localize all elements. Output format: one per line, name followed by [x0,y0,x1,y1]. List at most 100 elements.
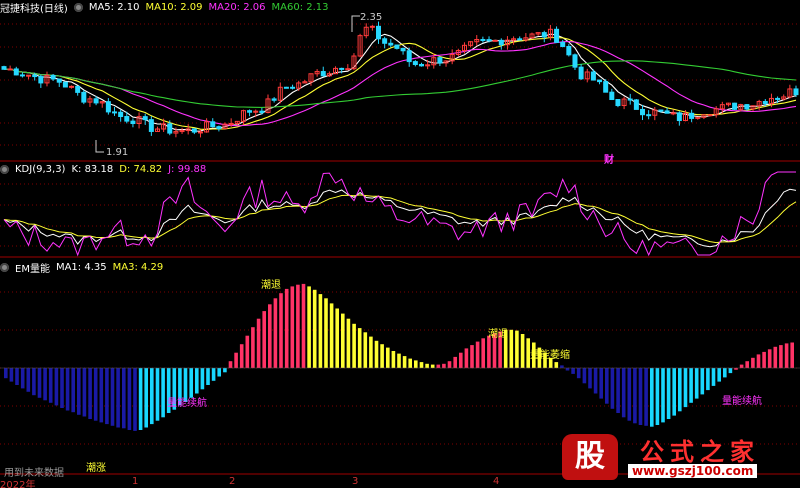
em-annotation: 量能续航 [167,398,207,409]
candle-body [376,25,382,40]
em-bar [262,311,266,369]
candle-body [118,111,124,118]
em-bar [661,368,665,423]
candle-body [597,79,603,83]
candle-body [148,119,154,132]
watermark-logo: 股 [562,434,618,480]
em-bar [307,286,311,368]
financial-report-tag[interactable]: 财 [604,151,614,166]
em-bar [779,345,783,369]
candle-body [775,97,781,100]
em-bar [402,356,407,368]
em-bar [346,318,351,368]
em-bar [20,368,25,389]
em-bar [481,338,485,369]
em-bar [284,288,289,368]
em-title[interactable]: EM量能 [15,260,50,275]
price-title[interactable]: 冠捷科技(日线) [0,0,68,15]
settings-gear-icon[interactable] [0,165,9,174]
settings-gear-icon[interactable] [0,263,9,272]
settings-gear-icon[interactable] [73,3,83,12]
em-bar [195,368,199,394]
candle-body [69,85,75,88]
candle-body [664,110,670,114]
candle-body [388,42,394,46]
candle-body [418,63,424,67]
em-bar [9,368,14,382]
k-line [3,188,797,248]
ma3-label: MA3: 4.29 [112,262,164,273]
em-bar [122,368,126,429]
em-bar [93,368,98,421]
candle-body [744,104,750,110]
em-bar [683,368,688,408]
em-bar [509,329,514,369]
chart-window: 冠捷科技(日线) MA5: 2.10 MA10: 2.09 MA20: 2.06… [0,0,800,488]
em-bar [700,368,705,395]
x-axis-label: 2022年 [0,480,36,488]
candle-body [283,86,289,89]
em-bar [211,368,216,381]
em-bar [762,351,766,368]
em-bar [475,341,480,368]
candle-body [707,114,713,117]
em-annotation: 潮退 [261,280,281,291]
candle-body [689,112,695,119]
ma1-label: MA1: 4.35 [55,262,107,273]
em-bar [453,356,457,368]
em-bar [150,368,154,425]
candle-body [615,99,621,107]
em-bar [279,293,283,368]
em-bar [560,365,564,368]
candle-body [93,98,99,104]
em-bar [672,368,676,416]
candle-body [627,98,633,101]
candle-body [412,61,418,65]
em-bar [728,368,733,374]
candle-body [210,121,216,128]
em-bar [138,368,143,430]
candle-body [7,68,13,71]
em-bar [65,368,70,411]
candle-body [130,120,136,125]
candle-body [320,71,326,77]
em-annotation: 量能续航 [722,396,762,407]
low-marker-pointer [95,140,104,153]
kdj-title[interactable]: KDJ(9,3,3) [15,164,65,175]
em-bar [621,368,626,418]
em-bar [582,368,587,384]
em-bar [155,368,160,421]
watermark-title: 公式之家 [640,437,760,466]
em-bar [717,368,721,382]
em-bar [116,368,120,428]
em-bar [430,364,435,368]
candle-body [633,99,639,110]
x-axis-label: 2 [229,476,236,487]
em-bar [110,368,115,426]
candle-body [554,28,560,43]
watermark-url: www.gszj100.com [628,464,758,478]
em-bar [565,368,570,371]
candle-body [259,110,265,113]
em-bar [357,328,362,369]
em-bar [425,363,429,369]
em-bar [363,332,368,368]
candle-body [382,38,388,44]
em-bar [391,351,396,368]
em-bar [380,344,384,368]
candle-body [167,123,173,134]
em-bar [200,368,205,390]
em-bar [694,368,699,399]
candle-body [541,32,547,38]
em-bar [751,357,755,368]
em-bar [610,368,615,409]
em-bar [739,364,744,368]
em-bar [408,358,412,368]
candle-body [486,39,492,42]
candle-body [228,122,234,125]
price-panel-header: 冠捷科技(日线) MA5: 2.10 MA10: 2.09 MA20: 2.06… [0,0,329,15]
em-bar [487,335,491,368]
ma5-label: MA5: 2.10 [88,2,140,13]
em-bar [329,303,334,368]
em-bar [723,368,727,378]
